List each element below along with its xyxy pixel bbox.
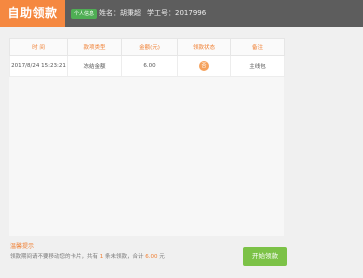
personal-info-badge[interactable]: 个人信息 [71,9,98,19]
table-header-row: 时 间 款项类型 金额(元) 领款状态 备注 [9,38,285,56]
cell-time: 2017/8/24 15:23:21 [9,55,68,77]
column-header-status: 领款状态 [177,38,231,56]
cell-type: 冻结金额 [67,55,122,77]
column-header-type: 款项类型 [67,38,122,56]
start-claim-button[interactable]: 开始领款 [243,247,287,266]
notice-text-middle: 条未领款，合计 [105,254,144,260]
status-indicator: 否 [199,61,209,71]
cell-note: 主线包 [230,55,285,77]
cell-status: 否 [177,55,231,77]
records-table: 时 间 款项类型 金额(元) 领款状态 备注 2017/8/24 15:23:2… [9,38,285,77]
notice-text-prefix: 领款期间请不要移动您的卡片，共有 [10,254,99,260]
column-header-note: 备注 [230,38,285,56]
unclaimed-count: 1 [99,254,104,260]
page-title: 自助领款 [0,0,65,27]
column-header-time: 时 间 [9,38,68,56]
app-header: 自助领款 个人信息 姓名：胡秉超 学工号：2017996 [0,0,363,27]
notice-title: 温馨提示 [10,243,35,250]
records-panel: 时 间 款项类型 金额(元) 领款状态 备注 2017/8/24 15:23:2… [9,38,285,236]
user-id: 学工号：2017996 [147,9,207,17]
notice-text: 领款期间请不要移动您的卡片，共有 1 条未领款，合计 6.00 元 [10,252,165,260]
table-row: 2017/8/24 15:23:21 冻结金额 6.00 否 主线包 [9,55,285,77]
unclaimed-total: 6.00 [145,254,158,260]
column-header-amount: 金额(元) [121,38,178,56]
user-name: 姓名：胡秉超 [99,9,141,17]
cell-amount: 6.00 [121,55,178,77]
currency-unit: 元 [159,254,165,260]
